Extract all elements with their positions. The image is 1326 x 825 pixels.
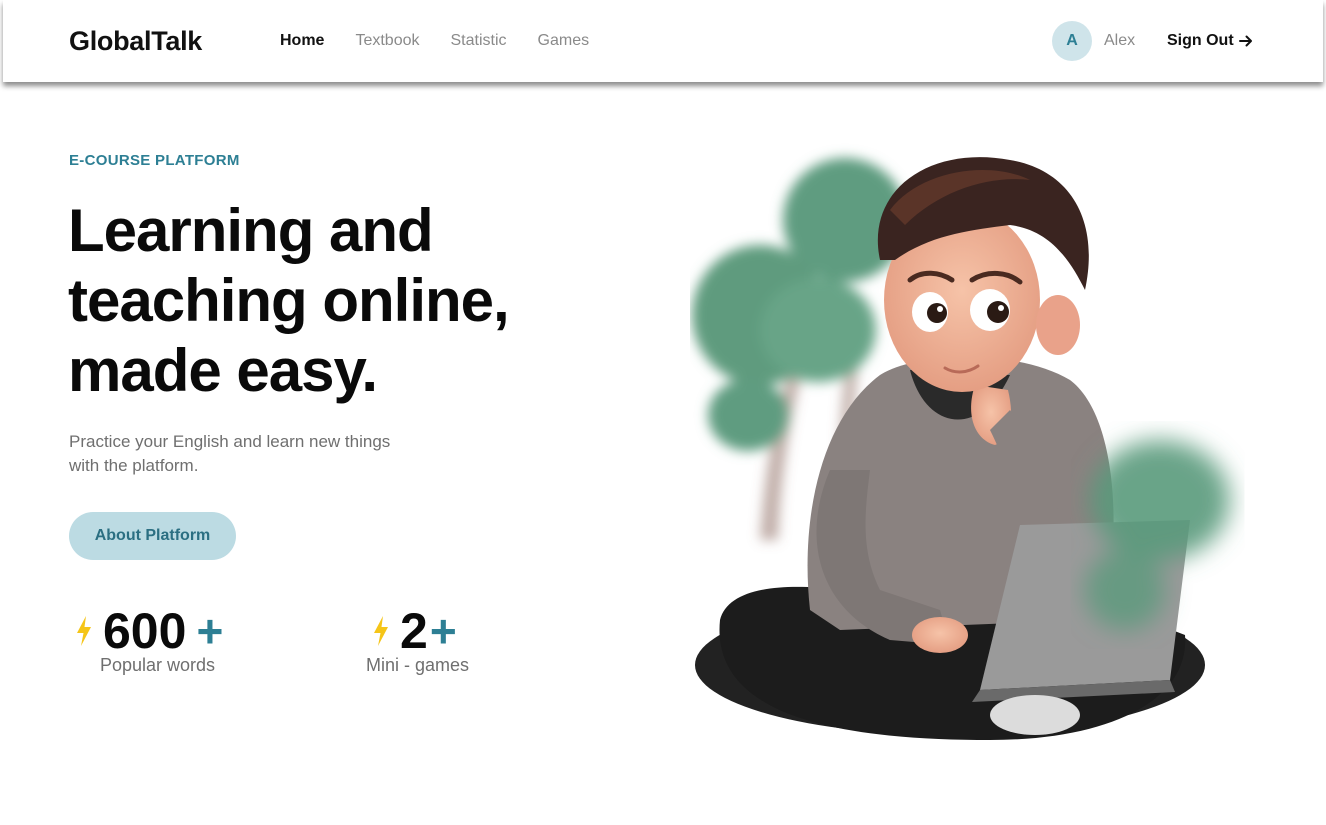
nav-textbook[interactable]: Textbook (355, 32, 419, 50)
arrow-right-icon (1238, 35, 1252, 47)
logo[interactable]: GlobalTalk (69, 26, 202, 57)
main-nav: Home Textbook Statistic Games (280, 32, 589, 50)
avatar[interactable]: A (1052, 21, 1092, 61)
lightning-icon (77, 616, 91, 646)
nav-statistic[interactable]: Statistic (451, 32, 507, 50)
headline-line: Learning and (68, 197, 434, 264)
stat-mini-games: 2 + Mini - games (366, 603, 469, 676)
stat-label: Popular words (100, 655, 216, 675)
eyebrow-label: E-COURSE PLATFORM (69, 152, 240, 169)
sign-out-button[interactable]: Sign Out (1167, 32, 1253, 50)
username: Alex (1104, 32, 1136, 49)
headline-line: teaching online, (68, 267, 510, 334)
hero-headline: Learning and teaching online, made easy. (68, 196, 628, 406)
subtitle-line: Practice your English and learn new thin… (69, 432, 391, 451)
top-navbar: GlobalTalk Home Textbook Statistic Games… (3, 0, 1323, 82)
boy-with-laptop-illustration (692, 157, 1230, 740)
stat-popular-words: 600 + Popular words (75, 603, 223, 676)
headline-line: made easy. (68, 337, 378, 404)
subtitle-line: with the platform. (69, 456, 199, 475)
stat-plus: + (429, 605, 457, 657)
stat-label: Mini - games (366, 655, 470, 675)
nav-games[interactable]: Games (538, 32, 590, 50)
stat-plus: + (196, 605, 224, 657)
stat-value: 600 (103, 603, 187, 659)
hero-subtitle: Practice your English and learn new thin… (69, 430, 449, 478)
user-menu[interactable]: A Alex (1052, 21, 1135, 61)
lightning-icon (374, 616, 388, 646)
stat-value: 2 (400, 603, 428, 659)
about-platform-button[interactable]: About Platform (69, 512, 236, 560)
sign-out-label: Sign Out (1167, 32, 1234, 49)
nav-home[interactable]: Home (280, 32, 324, 50)
